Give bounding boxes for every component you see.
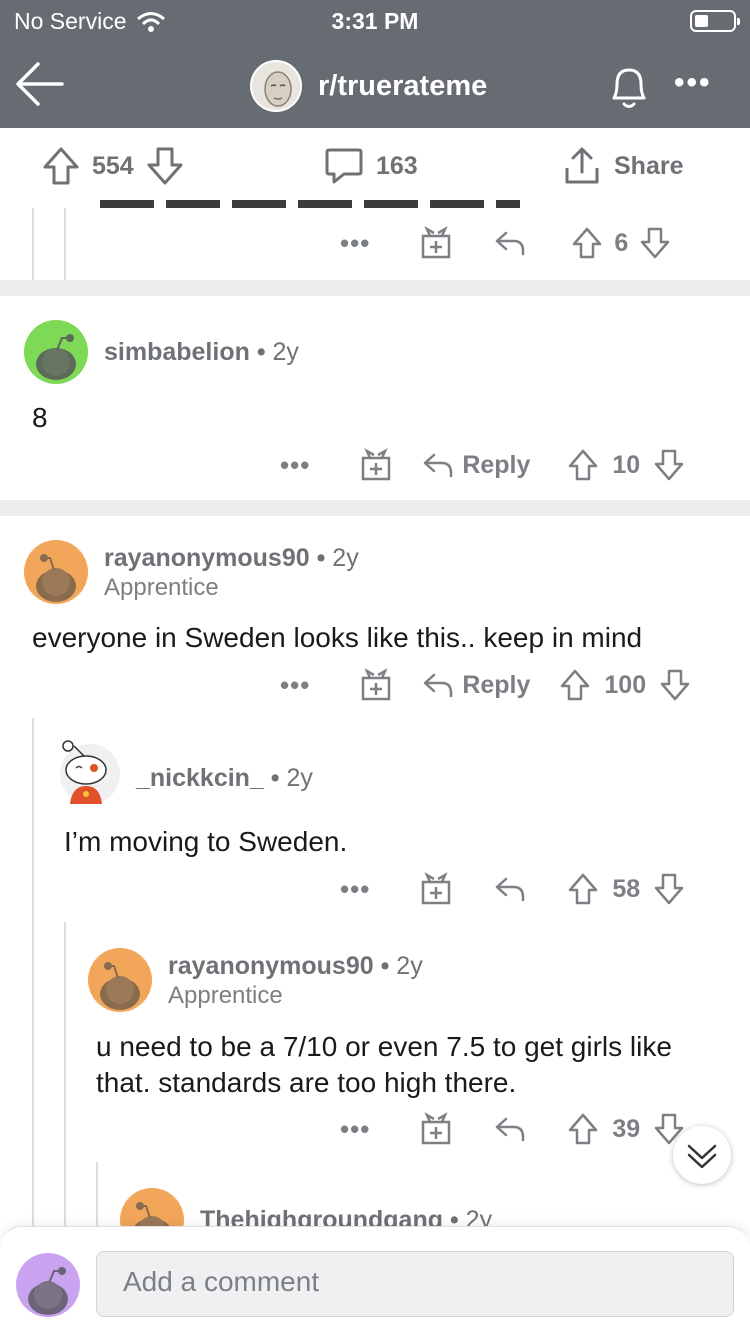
next-comment-button[interactable] [673, 1126, 731, 1184]
back-arrow-icon[interactable] [14, 58, 66, 110]
avatar[interactable] [24, 540, 88, 604]
comment-body: 8 [32, 402, 48, 433]
comment-score: 6 [614, 228, 629, 257]
share-label: Share [614, 151, 684, 180]
my-avatar[interactable] [16, 1253, 80, 1317]
post-vote: 554 [42, 146, 184, 186]
comment-author[interactable]: _nickkcin_ • 2y [136, 764, 313, 793]
comment-score: 100 [604, 670, 647, 699]
comment-body: u need to be a 7/10 or even 7.5 to get g… [96, 1031, 672, 1098]
reply-label: Reply [462, 670, 531, 699]
username[interactable]: simbabelion [104, 338, 250, 366]
comment-score: 10 [612, 450, 641, 479]
status-bar: No Service 3:31 PM [0, 0, 750, 44]
upvote-icon[interactable] [568, 449, 598, 481]
comment-actions: ••• 6 [340, 226, 670, 260]
award-icon[interactable] [420, 1112, 452, 1146]
comment-age: 2y [286, 764, 313, 792]
comment-count: 163 [376, 151, 418, 180]
reply-label: Reply [462, 450, 531, 479]
user-flair: Apprentice [168, 982, 283, 1009]
avatar[interactable] [88, 948, 152, 1012]
comment-actions: ••• Reply 100 [280, 668, 690, 702]
comment-body: I’m moving to Sweden. [64, 826, 348, 857]
downvote-icon[interactable] [146, 146, 184, 186]
nav-bar: r/truerateme ••• [0, 44, 750, 128]
reply-button[interactable]: Reply [422, 451, 530, 480]
post-score: 554 [92, 151, 134, 180]
downvote-icon[interactable] [640, 227, 670, 259]
clock: 3:31 PM [331, 8, 419, 34]
more-icon[interactable]: ••• [340, 1114, 370, 1145]
cut-off-text [100, 196, 520, 210]
thread-line [64, 208, 66, 280]
top-bar: No Service 3:31 PM r/truerateme ••• [0, 0, 750, 128]
comment-actions: ••• 39 [340, 1112, 684, 1146]
reply-button[interactable]: Reply [422, 671, 530, 700]
comment-author[interactable]: rayanonymous90 • 2y [104, 544, 359, 573]
user-flair: Apprentice [104, 574, 219, 601]
award-icon[interactable] [420, 872, 452, 906]
more-options-button[interactable]: ••• [674, 66, 712, 100]
thread-line [64, 922, 66, 1226]
avatar[interactable] [56, 740, 120, 808]
reply-icon [424, 453, 453, 478]
award-icon[interactable] [420, 226, 452, 260]
comment-composer: Add a comment [0, 1226, 750, 1334]
comment-age: 2y [396, 952, 423, 980]
thread-line [96, 1162, 98, 1226]
bell-icon[interactable] [604, 60, 654, 112]
upvote-icon[interactable] [568, 873, 598, 905]
reply-icon[interactable] [494, 876, 526, 902]
avatar[interactable] [24, 320, 88, 384]
username[interactable]: rayanonymous90 [104, 544, 310, 572]
thread-line [32, 208, 34, 280]
comment-age: 2y [272, 338, 299, 366]
reply-icon[interactable] [494, 1116, 526, 1142]
award-icon[interactable] [360, 448, 392, 482]
more-icon[interactable]: ••• [280, 450, 310, 481]
comment-author[interactable]: rayanonymous90 • 2y [168, 952, 423, 981]
more-icon[interactable]: ••• [340, 874, 370, 905]
more-icon[interactable]: ••• [280, 670, 310, 701]
award-icon[interactable] [360, 668, 392, 702]
comment-body: everyone in Sweden looks like this.. kee… [32, 622, 643, 653]
reply-icon [424, 673, 453, 698]
username[interactable]: _nickkcin_ [136, 764, 264, 792]
upvote-icon[interactable] [572, 227, 602, 259]
comment-divider [0, 500, 750, 516]
battery-icon [690, 10, 740, 32]
add-comment-input[interactable]: Add a comment [96, 1251, 734, 1317]
subreddit-name: r/truerateme [318, 69, 488, 102]
share-icon [565, 147, 599, 184]
comments-button[interactable]: 163 [324, 146, 418, 186]
subreddit-icon [250, 60, 302, 112]
upvote-icon[interactable] [568, 1113, 598, 1145]
downvote-icon[interactable] [654, 873, 684, 905]
downvote-icon[interactable] [654, 449, 684, 481]
double-chevron-down-icon [687, 1144, 717, 1169]
comment-actions: ••• Reply 10 [280, 448, 684, 482]
thread-line [32, 718, 34, 1226]
comment-author[interactable]: simbabelion • 2y [104, 338, 299, 367]
downvote-icon[interactable] [660, 669, 690, 701]
upvote-icon[interactable] [560, 669, 590, 701]
reply-icon[interactable] [494, 230, 526, 256]
subreddit-title[interactable]: r/truerateme [250, 60, 487, 112]
comment-score: 39 [612, 1114, 641, 1143]
more-icon[interactable]: ••• [340, 228, 370, 259]
comment-age: 2y [332, 544, 359, 572]
share-button[interactable]: Share [562, 146, 683, 186]
comment-actions: ••• 58 [340, 872, 684, 906]
comment-score: 58 [612, 874, 641, 903]
comment-icon [325, 148, 363, 184]
upvote-icon[interactable] [42, 146, 80, 186]
comment-divider [0, 280, 750, 296]
username[interactable]: rayanonymous90 [168, 952, 374, 980]
